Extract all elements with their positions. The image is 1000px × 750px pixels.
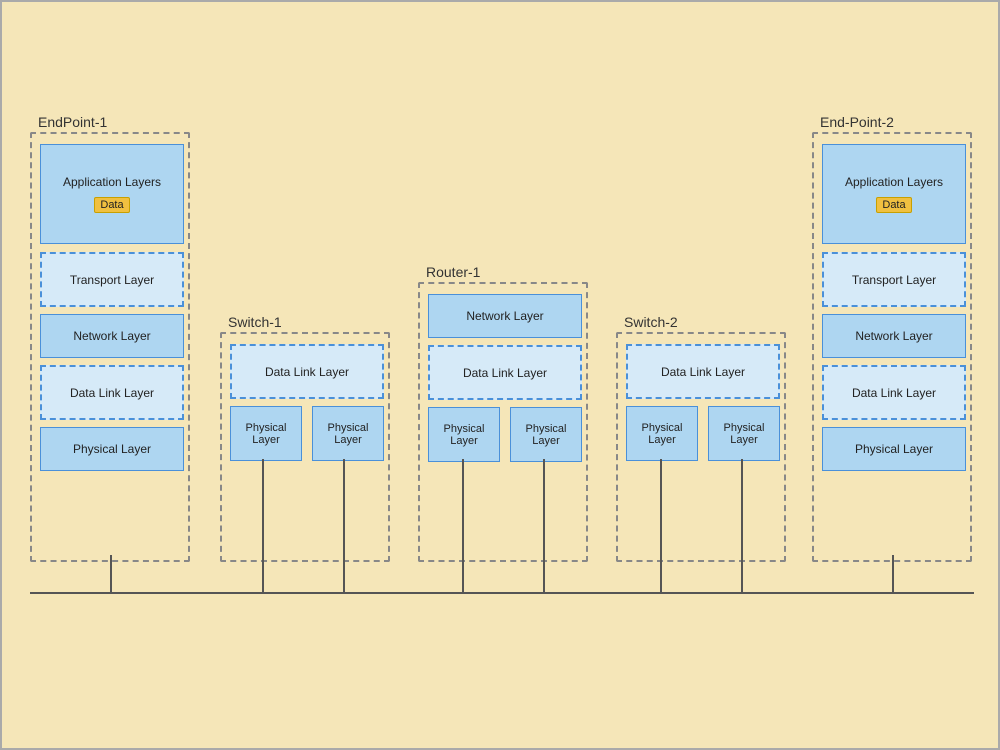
sw1-physical1-layer: Physical Layer — [230, 406, 302, 461]
ep2-vertical-line — [892, 555, 894, 593]
ep2-transport-label: Transport Layer — [852, 273, 936, 287]
sw2-physical1-layer: Physical Layer — [626, 406, 698, 461]
sw1-physical2-layer: Physical Layer — [312, 406, 384, 461]
sw2-physical2-layer: Physical Layer — [708, 406, 780, 461]
r1-datalink-layer: Data Link Layer — [428, 345, 582, 400]
ep2-physical-layer: Physical Layer — [822, 427, 966, 471]
r1-left-vertical-line — [462, 459, 464, 592]
r1-network-layer: Network Layer — [428, 294, 582, 338]
sw1-datalink-label: Data Link Layer — [265, 365, 349, 379]
sw2-right-vertical-line — [741, 459, 743, 592]
ep1-physical-label: Physical Layer — [73, 442, 151, 456]
ep1-datalink-layer: Data Link Layer — [40, 365, 184, 420]
horizontal-network-line — [30, 592, 974, 594]
sw1-physical2-label: Physical Layer — [313, 422, 383, 446]
r1-physical2-layer: Physical Layer — [510, 407, 582, 462]
endpoint2-container: End-Point-2 Application Layers Data Tran… — [812, 132, 972, 562]
endpoint1-container: EndPoint-1 Application Layers Data Trans… — [30, 132, 190, 562]
r1-network-label: Network Layer — [466, 309, 543, 323]
main-canvas: EndPoint-1 Application Layers Data Trans… — [0, 0, 1000, 750]
router1-container: Router-1 Network Layer Data Link Layer P… — [418, 282, 588, 562]
sw2-left-vertical-line — [660, 459, 662, 592]
ep1-transport-label: Transport Layer — [70, 273, 154, 287]
ep2-application-label: Application Layers — [845, 175, 943, 189]
ep2-data-badge: Data — [876, 197, 911, 213]
ep1-data-badge: Data — [94, 197, 129, 213]
sw1-left-vertical-line — [262, 459, 264, 592]
r1-datalink-label: Data Link Layer — [463, 366, 547, 380]
ep2-network-label: Network Layer — [855, 329, 932, 343]
ep1-transport-layer: Transport Layer — [40, 252, 184, 307]
ep2-datalink-label: Data Link Layer — [852, 386, 936, 400]
ep1-physical-layer: Physical Layer — [40, 427, 184, 471]
sw2-physical2-label: Physical Layer — [709, 422, 779, 446]
ep1-network-layer: Network Layer — [40, 314, 184, 358]
ep2-datalink-layer: Data Link Layer — [822, 365, 966, 420]
r1-right-vertical-line — [543, 459, 545, 592]
sw1-datalink-layer: Data Link Layer — [230, 344, 384, 399]
endpoint1-label: EndPoint-1 — [38, 114, 107, 130]
sw2-datalink-label: Data Link Layer — [661, 365, 745, 379]
r1-physical1-label: Physical Layer — [429, 423, 499, 447]
sw2-physical1-label: Physical Layer — [627, 422, 697, 446]
r1-physical2-label: Physical Layer — [511, 423, 581, 447]
ep2-network-layer: Network Layer — [822, 314, 966, 358]
switch2-container: Switch-2 Data Link Layer Physical Layer … — [616, 332, 786, 562]
ep1-application-label: Application Layers — [63, 175, 161, 189]
ep1-datalink-label: Data Link Layer — [70, 386, 154, 400]
ep1-application-layer: Application Layers Data — [40, 144, 184, 244]
sw1-right-vertical-line — [343, 459, 345, 592]
ep1-network-label: Network Layer — [73, 329, 150, 343]
ep2-application-layer: Application Layers Data — [822, 144, 966, 244]
switch1-container: Switch-1 Data Link Layer Physical Layer … — [220, 332, 390, 562]
endpoint2-label: End-Point-2 — [820, 114, 894, 130]
ep1-vertical-line — [110, 555, 112, 593]
router1-label: Router-1 — [426, 264, 480, 280]
sw2-datalink-layer: Data Link Layer — [626, 344, 780, 399]
sw1-physical1-label: Physical Layer — [231, 422, 301, 446]
ep2-physical-label: Physical Layer — [855, 442, 933, 456]
switch2-label: Switch-2 — [624, 314, 678, 330]
r1-physical1-layer: Physical Layer — [428, 407, 500, 462]
switch1-label: Switch-1 — [228, 314, 282, 330]
ep2-transport-layer: Transport Layer — [822, 252, 966, 307]
